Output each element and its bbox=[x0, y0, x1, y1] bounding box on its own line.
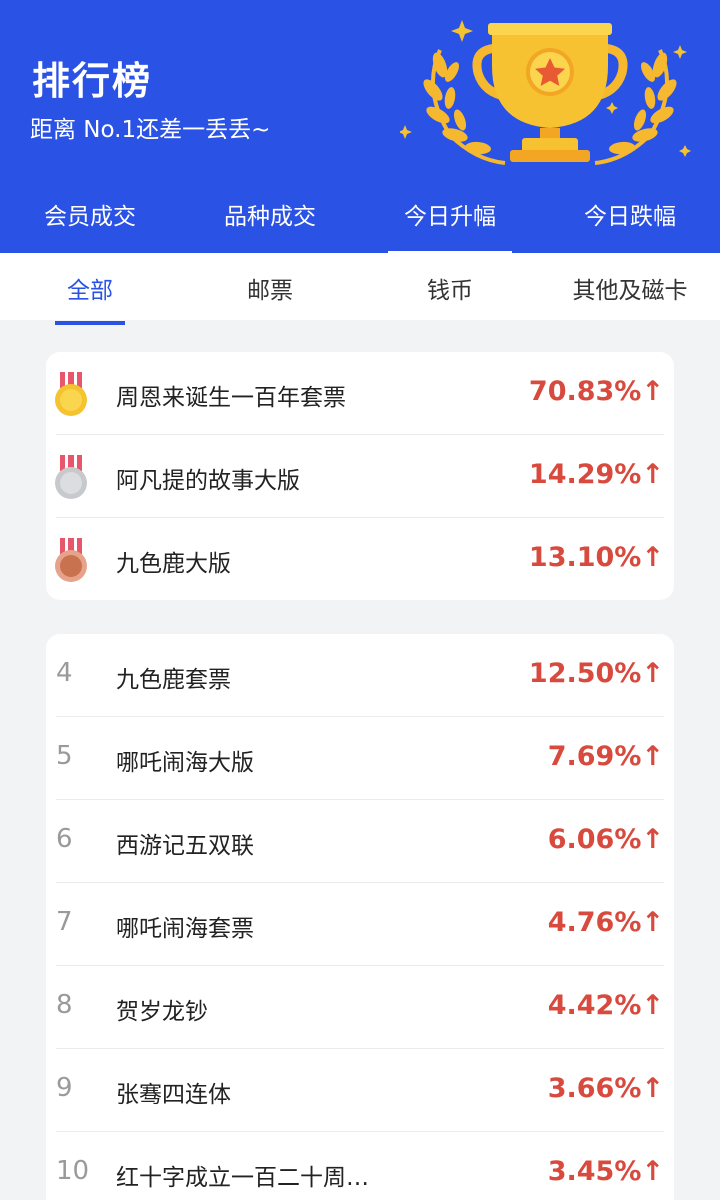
item-change: 13.10%↑ bbox=[528, 542, 664, 573]
tab-variety-deals[interactable]: 品种成交 bbox=[180, 197, 360, 231]
item-name: 西游记五双联 bbox=[116, 833, 254, 859]
item-change: 3.45%↑ bbox=[547, 1156, 664, 1187]
rank-number: 6 bbox=[56, 824, 73, 854]
main-tab-bar: 会员成交 品种成交 今日升幅 今日跌幅 bbox=[0, 185, 720, 255]
list-item[interactable]: 阿凡提的故事大版 14.29%↑ bbox=[46, 435, 674, 518]
item-name: 张骞四连体 bbox=[116, 1082, 231, 1108]
item-change: 7.69%↑ bbox=[547, 741, 664, 772]
rank-number: 5 bbox=[56, 741, 73, 771]
item-change: 70.83%↑ bbox=[528, 376, 664, 407]
page-subtitle: 距离 No.1还差一丢丢~ bbox=[30, 117, 271, 143]
list-item[interactable]: 5 哪吒闹海大版 7.69%↑ bbox=[46, 717, 674, 800]
list-item[interactable]: 6 西游记五双联 6.06%↑ bbox=[46, 800, 674, 883]
list-item[interactable]: 4 九色鹿套票 12.50%↑ bbox=[46, 634, 674, 717]
bronze-medal-icon bbox=[55, 538, 87, 582]
list-item[interactable]: 9 张骞四连体 3.66%↑ bbox=[46, 1049, 674, 1132]
rank-number: 8 bbox=[56, 990, 73, 1020]
item-name: 周恩来诞生一百年套票 bbox=[116, 385, 346, 411]
tab-today-rise[interactable]: 今日升幅 bbox=[360, 197, 540, 255]
list-item[interactable]: 8 贺岁龙钞 4.42%↑ bbox=[46, 966, 674, 1049]
ranking-list-card: 4 九色鹿套票 12.50%↑ 5 哪吒闹海大版 7.69%↑ 6 西游记五双联… bbox=[46, 634, 674, 1200]
item-change: 4.76%↑ bbox=[547, 907, 664, 938]
tab-today-fall[interactable]: 今日跌幅 bbox=[540, 197, 720, 231]
tab-other-cards[interactable]: 其他及磁卡 bbox=[540, 271, 720, 305]
rank-number: 9 bbox=[56, 1073, 73, 1103]
rank-number: 10 bbox=[56, 1156, 90, 1186]
item-change: 3.66%↑ bbox=[547, 1073, 664, 1104]
item-name: 哪吒闹海套票 bbox=[116, 916, 254, 942]
page-title: 排行榜 bbox=[32, 59, 153, 103]
list-item[interactable]: 九色鹿大版 13.10%↑ bbox=[46, 518, 674, 601]
item-change: 12.50%↑ bbox=[528, 658, 664, 689]
rank-number: 7 bbox=[56, 907, 73, 937]
list-item[interactable]: 周恩来诞生一百年套票 70.83%↑ bbox=[46, 352, 674, 435]
item-name: 阿凡提的故事大版 bbox=[116, 468, 300, 494]
item-name: 九色鹿套票 bbox=[116, 667, 231, 693]
top-three-card: 周恩来诞生一百年套票 70.83%↑ 阿凡提的故事大版 14.29%↑ 九色鹿大… bbox=[46, 352, 674, 600]
item-name: 红十字成立一百二十周… bbox=[116, 1165, 369, 1191]
trophy-icon bbox=[400, 20, 691, 165]
tab-all[interactable]: 全部 bbox=[0, 271, 180, 325]
tab-stamps[interactable]: 邮票 bbox=[180, 271, 360, 305]
item-change: 14.29%↑ bbox=[528, 459, 664, 490]
rank-number: 4 bbox=[56, 658, 73, 688]
item-name: 贺岁龙钞 bbox=[116, 999, 208, 1025]
gold-medal-icon bbox=[55, 372, 87, 416]
list-item[interactable]: 7 哪吒闹海套票 4.76%↑ bbox=[46, 883, 674, 966]
category-tab-bar: 全部 邮票 钱币 其他及磁卡 bbox=[0, 253, 720, 325]
item-name: 哪吒闹海大版 bbox=[116, 750, 254, 776]
item-change: 6.06%↑ bbox=[547, 824, 664, 855]
tab-coins[interactable]: 钱币 bbox=[360, 271, 540, 305]
item-name: 九色鹿大版 bbox=[116, 551, 231, 577]
list-item[interactable]: 10 红十字成立一百二十周… 3.45%↑ bbox=[46, 1132, 674, 1200]
silver-medal-icon bbox=[55, 455, 87, 499]
item-change: 4.42%↑ bbox=[547, 990, 664, 1021]
tab-member-deals[interactable]: 会员成交 bbox=[0, 197, 180, 231]
